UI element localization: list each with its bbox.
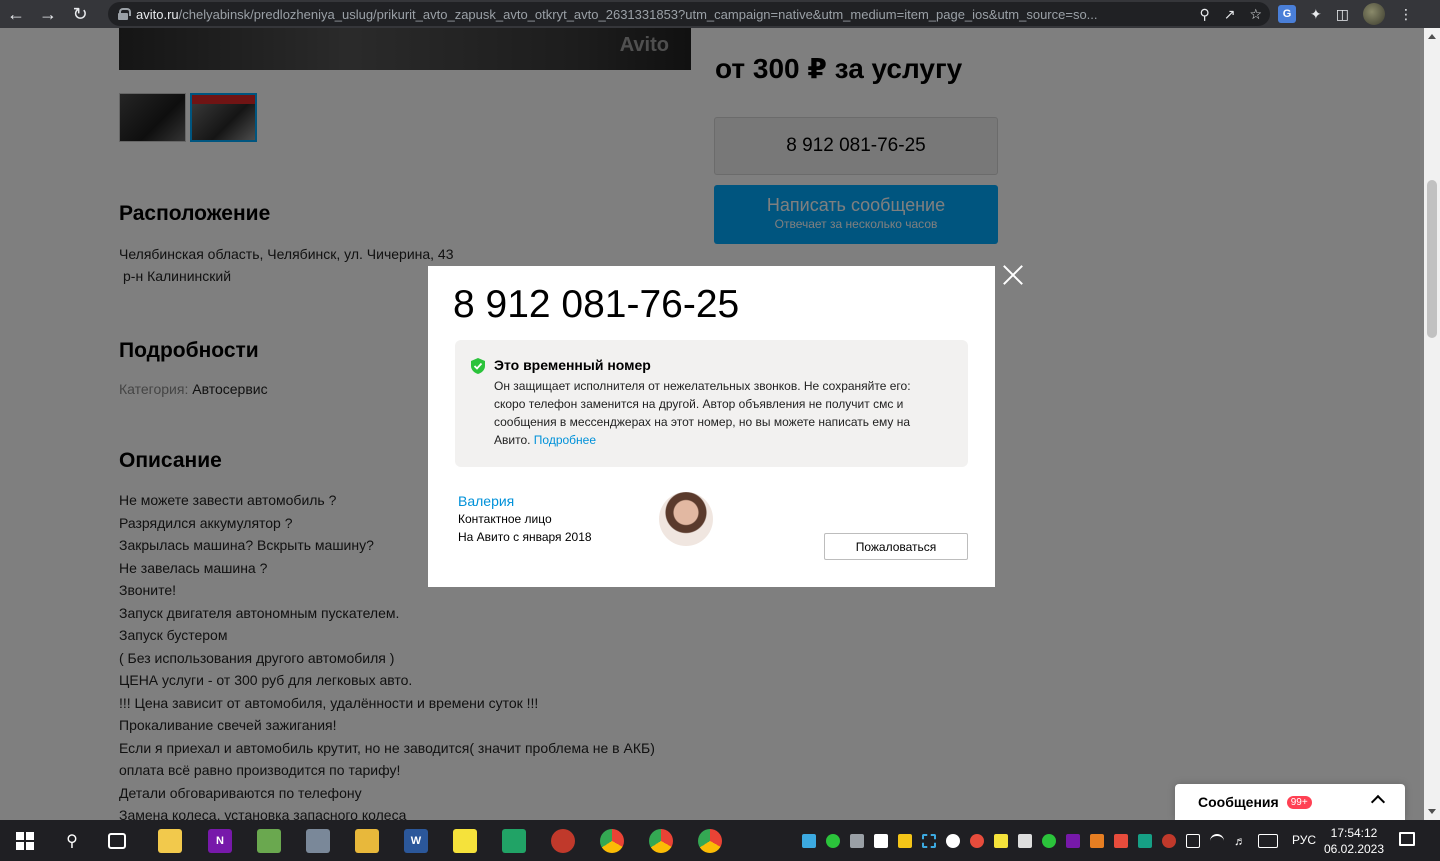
notepad-icon[interactable] <box>257 829 281 853</box>
browser-toolbar: ← → ↻ avito.ru/chelyabinsk/predlozheniya… <box>0 0 1440 28</box>
tray-clock-icon[interactable] <box>946 834 960 848</box>
chrome-icon[interactable] <box>698 829 722 853</box>
language-indicator[interactable]: РУС <box>1292 833 1316 847</box>
seller-role: Контактное лицо <box>458 512 552 526</box>
notice-body: Он защищает исполнителя от нежелательных… <box>494 379 911 447</box>
google-translate-icon[interactable]: G <box>1278 5 1296 23</box>
scroll-down-arrow-icon[interactable] <box>1428 809 1436 814</box>
tray-onenote-icon[interactable] <box>1066 834 1080 848</box>
share-icon[interactable]: ↗ <box>1224 6 1236 23</box>
folder-icon[interactable] <box>355 829 379 853</box>
app-icon[interactable] <box>306 829 330 853</box>
windows-taskbar: ⚲ N W ♬ РУС 17:54:12 06.02.2023 <box>0 820 1440 861</box>
tray-snip-icon[interactable] <box>922 834 936 848</box>
close-icon[interactable] <box>1002 264 1024 286</box>
scroll-up-arrow-icon[interactable] <box>1428 34 1436 39</box>
tray-app2-icon[interactable] <box>1090 834 1104 848</box>
windows-start-icon[interactable] <box>13 829 37 853</box>
tray-app3-icon[interactable] <box>1114 834 1128 848</box>
excel-icon[interactable] <box>502 829 526 853</box>
chrome-icon[interactable] <box>649 829 673 853</box>
temporary-number-notice: Это временный номер Он защищает исполнит… <box>455 340 968 467</box>
forward-arrow-icon[interactable]: → <box>32 0 64 28</box>
phone-modal: 8 912 081-76-25 Это временный номер Он з… <box>428 266 995 587</box>
seller-since: На Авито с января 2018 <box>458 530 592 544</box>
reload-icon[interactable]: ↻ <box>64 0 96 28</box>
tray-app-icon[interactable] <box>802 834 816 848</box>
tray-monitor-icon[interactable] <box>850 834 864 848</box>
clock-time: 17:54:12 <box>1330 826 1378 840</box>
keyboard-icon[interactable] <box>1258 834 1278 848</box>
tray-globe-icon[interactable] <box>1042 834 1056 848</box>
zoom-icon[interactable]: ⚲ <box>1199 6 1209 23</box>
wifi-icon[interactable] <box>1210 834 1224 848</box>
notifications-icon[interactable] <box>1399 832 1415 846</box>
shield-check-icon <box>471 358 485 374</box>
tray-check-icon[interactable] <box>994 834 1008 848</box>
report-button[interactable]: Пожаловаться <box>824 533 968 560</box>
profile-avatar[interactable] <box>1362 3 1385 25</box>
task-view-icon[interactable] <box>108 833 126 849</box>
messages-label: Сообщения <box>1198 794 1279 810</box>
tray-fx-icon[interactable] <box>1138 834 1152 848</box>
notice-title: Это временный номер <box>494 357 651 373</box>
chrome-icon[interactable] <box>600 829 624 853</box>
chevron-up-icon[interactable] <box>1370 794 1386 810</box>
page-content: Avito Расположение Челябинская область, … <box>0 28 1424 820</box>
tray-window-icon[interactable] <box>1018 834 1032 848</box>
word-icon[interactable]: W <box>404 829 428 853</box>
sticky-notes-icon[interactable] <box>453 829 477 853</box>
tray-note-icon[interactable] <box>898 834 912 848</box>
extensions-puzzle-icon[interactable]: ✦ <box>1310 6 1322 23</box>
speaker-icon[interactable]: ♬ <box>1234 834 1248 848</box>
modal-phone-number[interactable]: 8 912 081-76-25 <box>453 283 739 327</box>
tray-rec-icon[interactable] <box>970 834 984 848</box>
menu-dots-icon[interactable]: ⋮ <box>1399 6 1413 23</box>
back-arrow-icon[interactable]: ← <box>0 0 32 28</box>
seller-name-link[interactable]: Валерия <box>458 493 514 509</box>
battery-icon[interactable] <box>1186 834 1200 848</box>
messages-widget[interactable]: Сообщения 99+ <box>1175 784 1405 820</box>
tray-shield-icon[interactable] <box>826 834 840 848</box>
tray-doc-icon[interactable] <box>874 834 888 848</box>
seller-avatar[interactable] <box>659 492 713 546</box>
onenote-icon[interactable]: N <box>208 829 232 853</box>
side-panel-icon[interactable]: ◫ <box>1336 6 1349 23</box>
bookmark-star-icon[interactable]: ☆ <box>1249 6 1262 23</box>
clock-date: 06.02.2023 <box>1323 842 1385 856</box>
page-scrollbar[interactable] <box>1424 28 1440 820</box>
yandex-icon[interactable] <box>551 829 575 853</box>
scroll-thumb[interactable] <box>1427 180 1437 338</box>
address-bar[interactable]: avito.ru/chelyabinsk/predlozheniya_uslug… <box>108 2 1270 26</box>
tray-yandex-icon[interactable] <box>1162 834 1176 848</box>
search-icon[interactable]: ⚲ <box>60 829 84 853</box>
file-explorer-icon[interactable] <box>158 829 182 853</box>
messages-badge: 99+ <box>1286 795 1312 809</box>
learn-more-link[interactable]: Подробнее <box>534 433 596 447</box>
taskbar-clock[interactable]: 17:54:12 06.02.2023 <box>1322 825 1386 857</box>
lock-icon[interactable] <box>118 8 131 20</box>
url-text[interactable]: avito.ru/chelyabinsk/predlozheniya_uslug… <box>136 7 1186 22</box>
